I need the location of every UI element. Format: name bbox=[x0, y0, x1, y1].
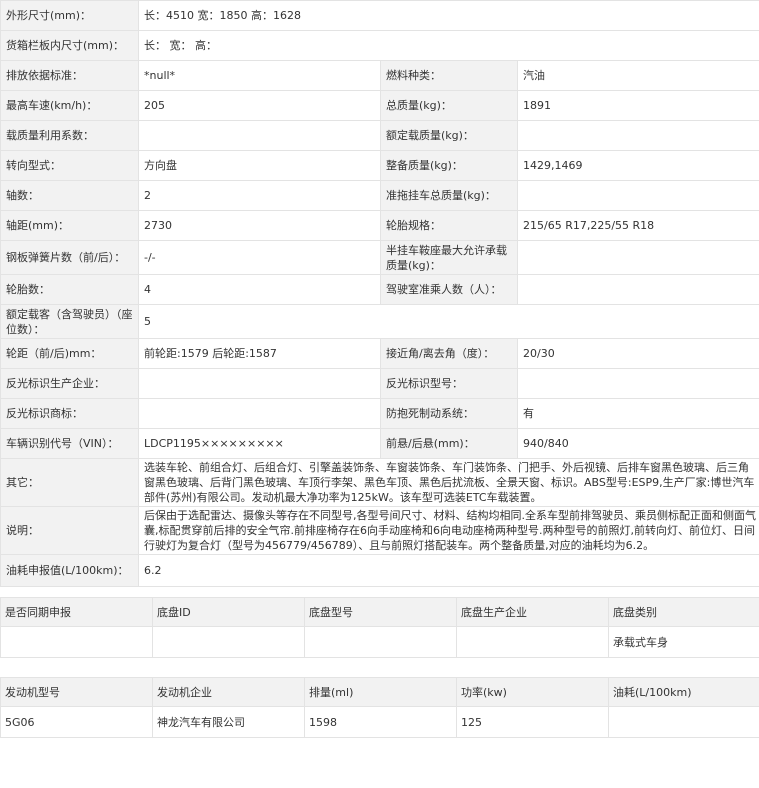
refbrand-value bbox=[138, 398, 381, 429]
trailer-label: 准拖挂车总质量(kg)： bbox=[380, 180, 518, 211]
dims-value: 长：4510 宽：1850 高：1628 bbox=[138, 0, 759, 31]
vin-value: LDCP1195××××××××× bbox=[138, 428, 381, 459]
engine-header-fuel: 油耗(L/100km) bbox=[608, 677, 759, 707]
tires-label: 轮胎数： bbox=[0, 274, 139, 305]
overhang-value: 940/840 bbox=[517, 428, 759, 459]
loadcoef-value bbox=[138, 120, 381, 151]
angle-value: 20/30 bbox=[517, 338, 759, 369]
note-label: 说明： bbox=[0, 506, 139, 555]
curbmass-label: 整备质量(kg)： bbox=[380, 150, 518, 181]
engine-displacement-value: 1598 bbox=[304, 706, 457, 738]
engine-power-value: 125 bbox=[456, 706, 609, 738]
trailer-value bbox=[517, 180, 759, 211]
seats-value: 5 bbox=[138, 304, 759, 339]
curbmass-value: 1429,1469 bbox=[517, 150, 759, 181]
engine-model-value: 5G06 bbox=[0, 706, 153, 738]
chassis-header-sync: 是否同期申报 bbox=[0, 597, 153, 627]
refmodel-label: 反光标识型号： bbox=[380, 368, 518, 399]
other-label: 其它： bbox=[0, 458, 139, 507]
totalmass-label: 总质量(kg)： bbox=[380, 90, 518, 121]
cargo-label: 货箱栏板内尺寸(mm)： bbox=[0, 30, 139, 61]
engine-header-power: 功率(kw) bbox=[456, 677, 609, 707]
fuel-value: 汽油 bbox=[517, 60, 759, 91]
cab-label: 驾驶室准乘人数（人）： bbox=[380, 274, 518, 305]
emission-label: 排放依据标准： bbox=[0, 60, 139, 91]
saddle-label: 半挂车鞍座最大允许承载质量(kg)： bbox=[380, 240, 518, 275]
engine-table: 发动机型号 发动机企业 排量(ml) 功率(kw) 油耗(L/100km) 5G… bbox=[0, 677, 759, 738]
engine-fuel-value bbox=[608, 706, 759, 738]
note-value: 后保由于选配雷达、摄像头等存在不同型号,各型号间尺寸、材料、结构均相同.全系车型… bbox=[138, 506, 759, 555]
loadcoef-label: 载质量利用系数： bbox=[0, 120, 139, 151]
refmaker-label: 反光标识生产企业： bbox=[0, 368, 139, 399]
maxspeed-value: 205 bbox=[138, 90, 381, 121]
other-value: 选装车轮、前组合灯、后组合灯、引擎盖装饰条、车窗装饰条、车门装饰条、门把手、外后… bbox=[138, 458, 759, 507]
refmodel-value bbox=[517, 368, 759, 399]
axles-value: 2 bbox=[138, 180, 381, 211]
seats-label: 额定载客（含驾驶员）（座位数）： bbox=[0, 304, 139, 339]
vin-label: 车辆识别代号（VIN）： bbox=[0, 428, 139, 459]
ratedload-value bbox=[517, 120, 759, 151]
totalmass-value: 1891 bbox=[517, 90, 759, 121]
tire-label: 轮胎规格： bbox=[380, 210, 518, 241]
chassis-header-id: 底盘ID bbox=[152, 597, 305, 627]
emission-value: *null* bbox=[138, 60, 381, 91]
chassis-type-value: 承载式车身 bbox=[608, 626, 759, 658]
engine-header-maker: 发动机企业 bbox=[152, 677, 305, 707]
engine-header-model: 发动机型号 bbox=[0, 677, 153, 707]
spring-value: -/- bbox=[138, 240, 381, 275]
wheelbase-value: 2730 bbox=[138, 210, 381, 241]
chassis-model-value bbox=[304, 626, 457, 658]
angle-label: 接近角/离去角（度）： bbox=[380, 338, 518, 369]
fuel-label: 燃料种类： bbox=[380, 60, 518, 91]
chassis-maker-value bbox=[456, 626, 609, 658]
refmaker-value bbox=[138, 368, 381, 399]
ratedload-label: 额定载质量(kg)： bbox=[380, 120, 518, 151]
abs-label: 防抱死制动系统： bbox=[380, 398, 518, 429]
overhang-label: 前悬/后悬(mm)： bbox=[380, 428, 518, 459]
engine-maker-value: 神龙汽车有限公司 bbox=[152, 706, 305, 738]
steering-value: 方向盘 bbox=[138, 150, 381, 181]
chassis-header-type: 底盘类别 bbox=[608, 597, 759, 627]
cargo-value: 长： 宽： 高： bbox=[138, 30, 759, 61]
steering-label: 转向型式： bbox=[0, 150, 139, 181]
maxspeed-label: 最高车速(km/h)： bbox=[0, 90, 139, 121]
chassis-table: 是否同期申报 底盘ID 底盘型号 底盘生产企业 底盘类别 承载式车身 bbox=[0, 597, 759, 658]
spring-label: 钢板弹簧片数（前/后）： bbox=[0, 240, 139, 275]
engine-header-displacement: 排量(ml) bbox=[304, 677, 457, 707]
spec-table: 外形尺寸(mm)： 长：4510 宽：1850 高：1628 货箱栏板内尺寸(m… bbox=[0, 0, 759, 587]
refbrand-label: 反光标识商标： bbox=[0, 398, 139, 429]
chassis-header-maker: 底盘生产企业 bbox=[456, 597, 609, 627]
cab-value bbox=[517, 274, 759, 305]
wheelbase-label: 轴距(mm)： bbox=[0, 210, 139, 241]
axles-label: 轴数： bbox=[0, 180, 139, 211]
chassis-id-value bbox=[152, 626, 305, 658]
tire-value: 215/65 R17,225/55 R18 bbox=[517, 210, 759, 241]
abs-value: 有 bbox=[517, 398, 759, 429]
dims-label: 外形尺寸(mm)： bbox=[0, 0, 139, 31]
fuelcons-label: 油耗申报值(L/100km)： bbox=[0, 554, 139, 587]
fuelcons-value: 6.2 bbox=[138, 554, 759, 587]
chassis-header-model: 底盘型号 bbox=[304, 597, 457, 627]
track-label: 轮距（前/后)mm： bbox=[0, 338, 139, 369]
saddle-value bbox=[517, 240, 759, 275]
tires-value: 4 bbox=[138, 274, 381, 305]
chassis-sync-value bbox=[0, 626, 153, 658]
track-value: 前轮距:1579 后轮距:1587 bbox=[138, 338, 381, 369]
